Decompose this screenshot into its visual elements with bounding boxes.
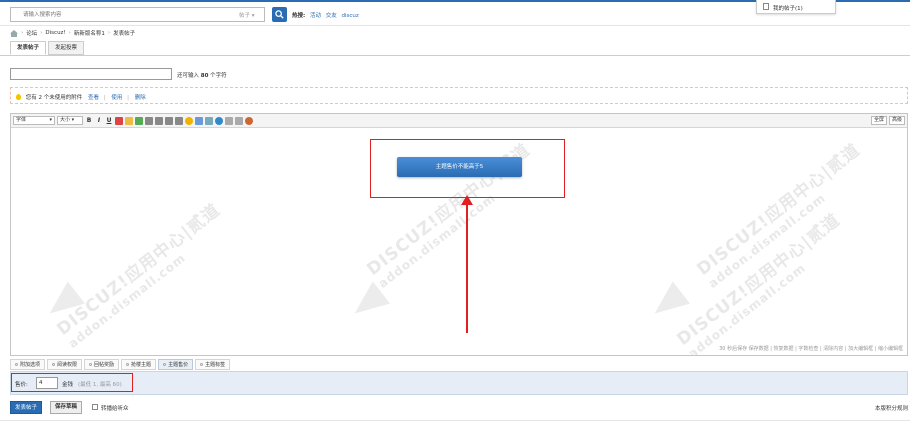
highlight-box xyxy=(370,139,565,198)
font-color-icon[interactable] xyxy=(115,116,123,125)
tab-new-thread[interactable]: 发表帖子 xyxy=(10,41,47,55)
hot-word-link[interactable]: 交友 xyxy=(326,13,337,19)
follow-checkbox[interactable] xyxy=(92,404,98,410)
bottom-actions: 发表帖子 保存草稿 转播给听众 本版积分规则 xyxy=(10,400,908,416)
link-icon[interactable] xyxy=(135,116,143,125)
bold-button[interactable]: B xyxy=(85,116,93,125)
footer-divider xyxy=(0,420,910,421)
save-draft-button[interactable]: 保存草稿 xyxy=(50,401,83,414)
subject-hint: 还可输入 80 个字符 xyxy=(177,73,227,79)
list-icon[interactable] xyxy=(175,116,183,125)
fullscreen-button[interactable]: 全屏 xyxy=(870,116,887,125)
delete-attachments-link[interactable]: 删除 xyxy=(135,95,146,101)
watermark-logo xyxy=(645,281,691,325)
price-highlight-box xyxy=(11,373,133,392)
code-icon[interactable] xyxy=(235,116,243,125)
post-type-tabs: 发表帖子 发起投票 xyxy=(10,41,85,56)
use-attachments-link[interactable]: 使用 xyxy=(111,95,122,101)
tab-floor-grab[interactable]: 抢楼主题 xyxy=(121,359,157,370)
tab-thread-price[interactable]: 主题售价 xyxy=(158,359,194,370)
hot-word-link[interactable]: discuz xyxy=(341,13,358,19)
tab-extra-options[interactable]: 附加选项 xyxy=(10,359,46,370)
submit-post-button[interactable]: 发表帖子 xyxy=(10,401,43,414)
hot-words-label: 热搜: xyxy=(292,13,306,19)
tab-read-permission[interactable]: 阅读权限 xyxy=(47,359,83,370)
my-posts-menu[interactable]: 我的帖子(1) xyxy=(756,0,836,14)
quote-icon[interactable] xyxy=(225,116,233,125)
attachment-icon[interactable] xyxy=(205,116,213,125)
smiley-icon[interactable] xyxy=(185,116,193,125)
watermark: DISCUZ!应用中心|贰道 addon.dismall.com xyxy=(53,200,225,351)
editor-toolbar: 字体 ▾ 大小 ▾ B I U 全屏 高级 xyxy=(11,114,907,128)
credit-rules-link[interactable]: 本版积分规则 xyxy=(875,404,908,412)
my-posts-label: 我的帖子(1) xyxy=(773,6,803,12)
home-icon[interactable] xyxy=(10,29,18,37)
tabs-divider xyxy=(0,55,910,56)
tab-reply-reward[interactable]: 回帖奖励 xyxy=(84,359,120,370)
search-type-select[interactable]: 帖子 ▾ xyxy=(239,11,255,19)
align-center-icon[interactable] xyxy=(155,116,163,125)
underline-button[interactable]: U xyxy=(105,116,113,125)
align-left-icon[interactable] xyxy=(145,116,153,125)
breadcrumb-current: 发表帖子 xyxy=(113,31,136,37)
search-input[interactable] xyxy=(11,8,236,21)
unused-attachments-notice: 您有 2 个未使用的附件 查看 | 使用 | 删除 xyxy=(10,87,908,104)
italic-button[interactable]: I xyxy=(95,116,103,125)
search-button[interactable] xyxy=(272,7,287,22)
font-family-select[interactable]: 字体 ▾ xyxy=(13,116,55,125)
lightbulb-icon xyxy=(16,94,21,100)
hidden-content-icon[interactable] xyxy=(245,116,253,125)
price-panel: 售价: 4 金钱 (最低 1, 最高 60) xyxy=(10,371,908,395)
at-icon[interactable] xyxy=(215,116,223,125)
image-icon[interactable] xyxy=(195,116,203,125)
font-size-select[interactable]: 大小 ▾ xyxy=(57,116,83,125)
breadcrumb-item[interactable]: 论坛 xyxy=(26,29,37,37)
document-icon xyxy=(763,3,769,10)
breadcrumb: › 论坛 › Discuz! › 新新版名称1 › 发表帖子 xyxy=(10,29,135,37)
breadcrumb-item[interactable]: Discuz! xyxy=(45,30,65,36)
hot-word-link[interactable]: 活动 xyxy=(310,13,321,19)
tab-thread-tags[interactable]: 主题标签 xyxy=(195,359,231,370)
hot-words: 热搜: 活动 交友 discuz xyxy=(292,11,359,19)
search-box: 帖子 ▾ xyxy=(10,7,265,22)
follow-label: 转播给听众 xyxy=(101,406,129,412)
advanced-mode-button[interactable]: 高级 xyxy=(888,116,905,125)
view-attachments-link[interactable]: 查看 xyxy=(88,95,99,101)
tab-new-poll[interactable]: 发起投票 xyxy=(48,41,85,55)
search-icon xyxy=(275,10,284,19)
red-arrow-line xyxy=(466,203,468,333)
subject-input[interactable] xyxy=(10,68,172,80)
editor-status-bar: 30 秒后保存 保存数据 | 恢复数据 | 字数检查 | 清除内容 | 加大编辑… xyxy=(719,346,903,352)
editor: 字体 ▾ 大小 ▾ B I U 全屏 高级 DISCUZ!应用中心|贰道 addo… xyxy=(10,113,908,356)
highlight-icon[interactable] xyxy=(125,116,133,125)
breadcrumb-item[interactable]: 新新版名称1 xyxy=(74,29,105,37)
align-right-icon[interactable] xyxy=(165,116,173,125)
extra-options-tabs: 附加选项 阅读权限 回帖奖励 抢楼主题 主题售价 主题标签 xyxy=(10,359,231,370)
